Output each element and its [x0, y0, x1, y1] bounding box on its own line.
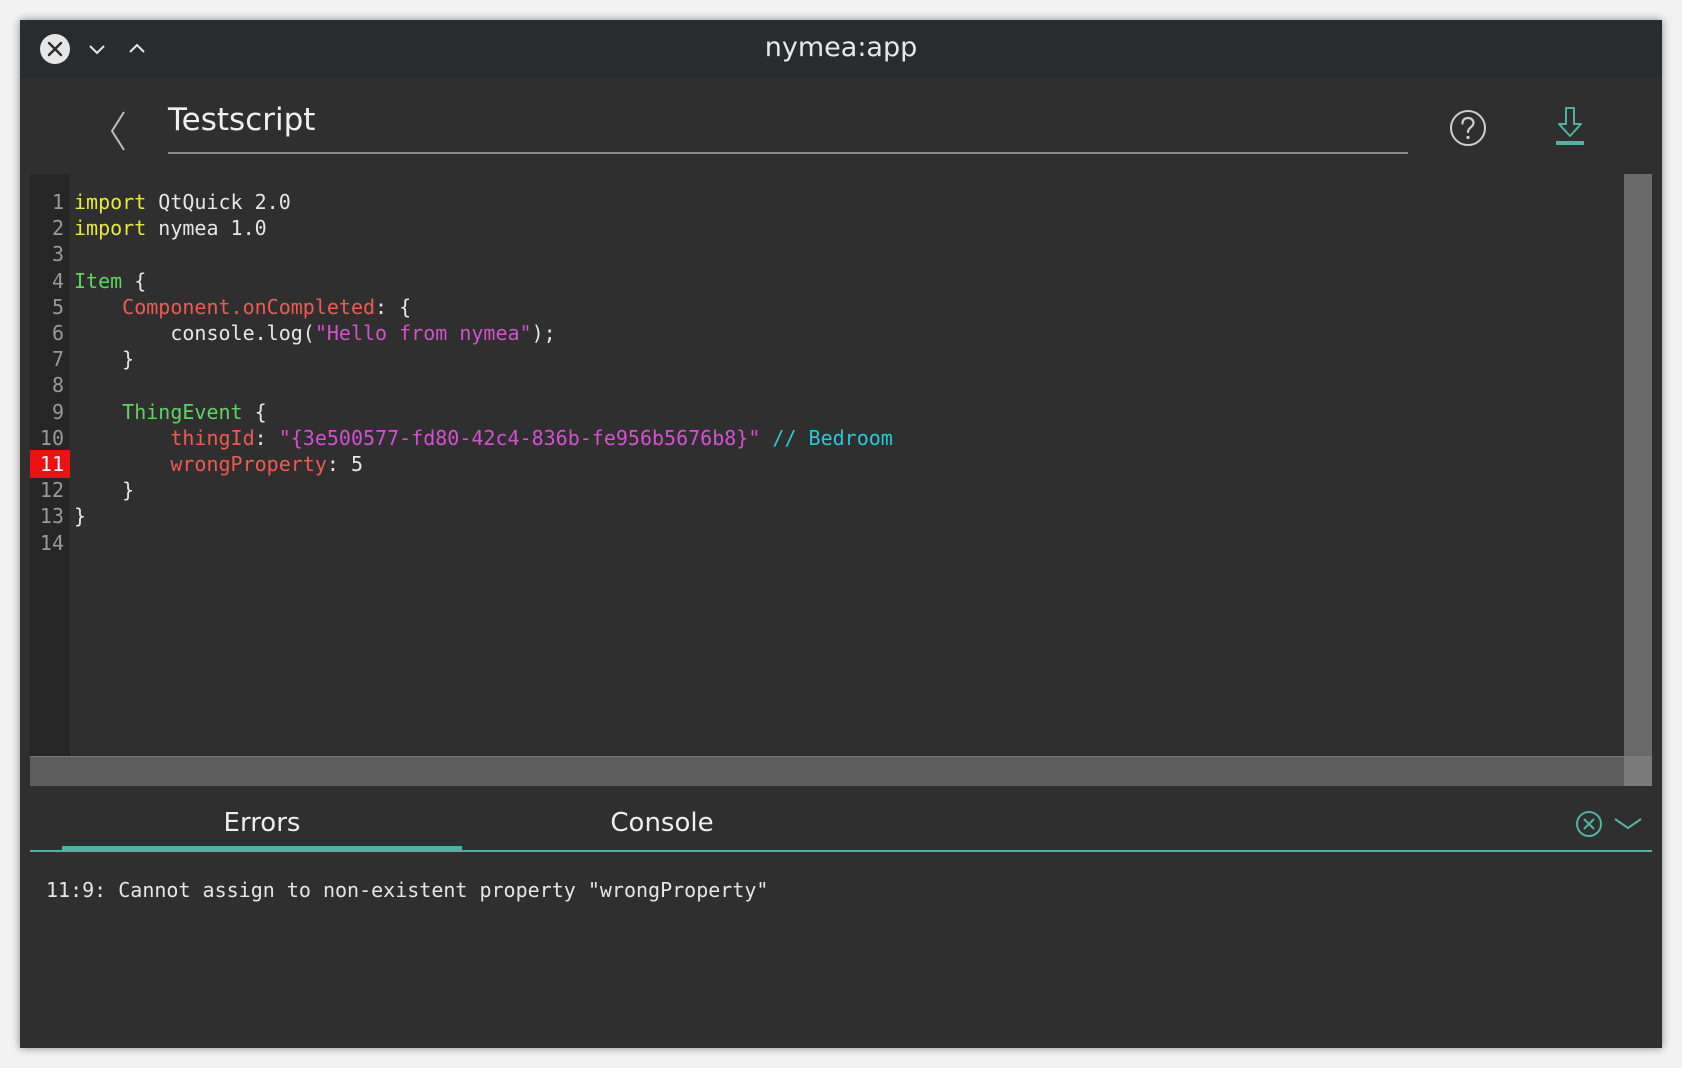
script-name-text: Testscript: [168, 102, 316, 138]
code-token: nymea 1.0: [146, 216, 267, 241]
line-number: 8: [51, 373, 64, 398]
line-number: 9: [51, 399, 64, 424]
code-token: {: [122, 268, 147, 293]
code-token: thingId: [170, 425, 255, 450]
error-message: 11:9: Cannot assign to non-existent prop…: [46, 878, 769, 902]
app-window: nymea:app Testscript 1 2 3 4 5 6 7 8 9 10 11 12 13 14: [20, 20, 1662, 1048]
code-token: import: [74, 216, 147, 241]
vertical-scrollbar[interactable]: [1624, 174, 1652, 756]
line-number: 14: [39, 530, 64, 555]
code-token: Component.onCompleted: [122, 294, 376, 319]
page-header: Testscript: [20, 78, 1662, 174]
code-editor[interactable]: 1 2 3 4 5 6 7 8 9 10 11 12 13 14 import QtQuick 2.0 im…: [30, 174, 1652, 787]
code-token: "Hello from nymea": [314, 321, 532, 345]
chevron-left-icon: [110, 111, 125, 151]
code-line: }: [74, 476, 134, 504]
code-token: }: [74, 478, 135, 503]
line-number: 6: [51, 321, 64, 345]
chevron-down-icon: [1614, 818, 1642, 830]
code-token: Item: [74, 268, 123, 293]
code-line: Component.onCompleted: {: [74, 293, 411, 321]
code-token: ThingEvent: [122, 399, 243, 424]
line-number: 5: [51, 294, 64, 319]
line-number-gutter: 1 2 3 4 5 6 7 8 9 10 11 12 13 14: [30, 174, 70, 756]
output-tab-bar: Errors Console: [30, 786, 1652, 852]
line-number: 1: [51, 190, 64, 214]
help-button[interactable]: [1448, 108, 1488, 148]
line-number: 10: [39, 425, 64, 450]
code-token: "{3e500577-fd80-42c4-836b-fe956b5676b8}": [278, 425, 761, 450]
code-token: QtQuick 2.0: [146, 190, 291, 214]
title-bar: nymea:app: [20, 20, 1662, 79]
line-number: 13: [39, 504, 64, 529]
code-token: {: [242, 399, 267, 424]
download-icon: [1556, 107, 1584, 145]
tab-console[interactable]: Console: [462, 806, 862, 850]
line-number: 12: [39, 478, 64, 503]
error-line-number: 11: [30, 450, 70, 478]
code-token: console.log(: [74, 321, 315, 345]
line-number: 7: [51, 347, 64, 372]
collapse-panel-button[interactable]: [1612, 814, 1644, 834]
code-token: :: [254, 425, 279, 450]
line-number: 4: [51, 268, 64, 293]
scrollbar-corner: [1624, 756, 1652, 786]
help-icon: [1450, 110, 1486, 146]
code-token: }: [74, 347, 135, 372]
code-token: wrongProperty: [170, 452, 327, 476]
code-line: }: [74, 345, 134, 373]
code-token: );: [531, 321, 556, 345]
code-line: Item {: [74, 267, 146, 295]
code-line: import QtQuick 2.0: [74, 188, 291, 216]
code-line: }: [74, 502, 86, 530]
code-line: ThingEvent {: [74, 398, 267, 426]
code-token: : 5: [326, 452, 363, 476]
output-panel: Errors Console 11:9: Cannot assign to no…: [30, 786, 1652, 1048]
code-line: thingId: "{3e500577-fd80-42c4-836b-fe956…: [74, 424, 893, 452]
code-token: : {: [375, 294, 412, 319]
code-line: console.log("Hello from nymea");: [74, 319, 556, 347]
code-line: import nymea 1.0: [74, 214, 267, 242]
clear-output-button[interactable]: [1575, 810, 1603, 838]
clear-icon: [1576, 811, 1602, 837]
code-token: // Bedroom: [760, 425, 893, 450]
code-token: }: [74, 504, 87, 529]
line-number: 2: [51, 216, 64, 241]
line-number: 3: [51, 242, 64, 267]
horizontal-scrollbar[interactable]: [30, 756, 1624, 787]
window-title: nymea:app: [764, 32, 918, 63]
code-line: wrongProperty: 5: [74, 450, 363, 478]
script-name-field[interactable]: Testscript: [168, 96, 1408, 154]
tab-errors[interactable]: Errors: [62, 806, 462, 851]
code-text-area[interactable]: import QtQuick 2.0 import nymea 1.0 Item {…: [70, 174, 1612, 756]
deploy-button[interactable]: [1552, 104, 1588, 148]
code-token: import: [74, 190, 147, 214]
back-button[interactable]: [98, 108, 138, 154]
